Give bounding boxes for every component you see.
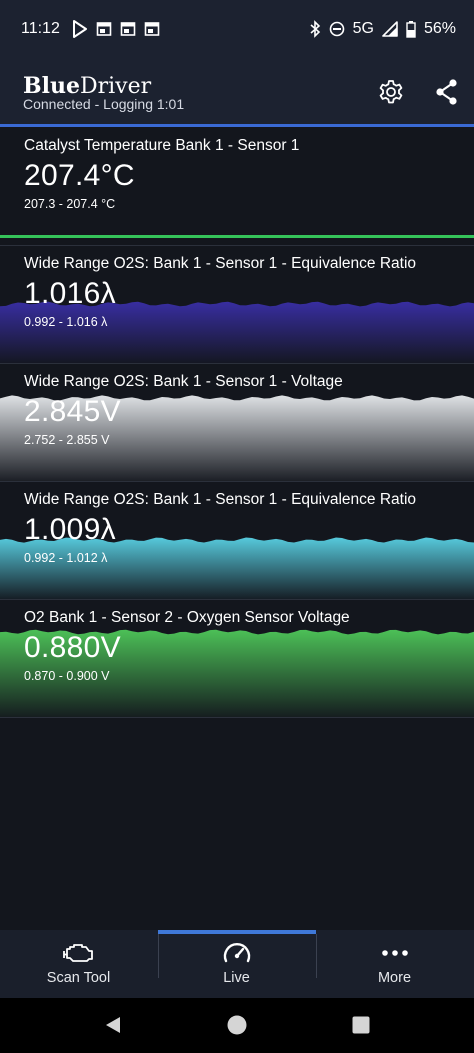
- battery-percent: 56%: [423, 20, 456, 37]
- tile-value: 207.4°C: [24, 159, 135, 192]
- tile-label: Catalyst Temperature Bank 1 - Sensor 1: [24, 137, 300, 154]
- status-bar: 11:12 5G 56%: [0, 0, 474, 62]
- tab-scan-tool[interactable]: Scan Tool: [0, 930, 157, 998]
- tile-value: 1.016λ: [24, 277, 116, 310]
- system-nav-bar: [0, 998, 474, 1053]
- signal-icon: [382, 21, 398, 37]
- tile-range: 0.992 - 1.016 λ: [24, 315, 108, 329]
- share-icon[interactable]: [433, 77, 461, 107]
- tab-label: Scan Tool: [46, 970, 111, 986]
- network-type: 5G: [352, 20, 374, 37]
- more-dots-icon: [381, 950, 408, 956]
- gauge-icon: [223, 943, 250, 963]
- app-window-icon: [144, 22, 160, 36]
- tile-range: 2.752 - 2.855 V: [24, 433, 110, 447]
- app-bar: BlueDriver Connected - Logging 1:01: [0, 62, 474, 124]
- recents-icon[interactable]: [352, 1016, 370, 1034]
- bottom-nav: Scan Tool Live More: [0, 930, 474, 998]
- connection-status: Connected - Logging 1:01: [23, 96, 185, 112]
- live-data-tile[interactable]: Catalyst Temperature Bank 1 - Sensor 1 2…: [0, 127, 474, 246]
- tab-live[interactable]: Live: [158, 930, 315, 998]
- tile-value: 2.845V: [24, 395, 121, 428]
- live-data-tile[interactable]: O2 Bank 1 - Sensor 2 - Oxygen Sensor Vol…: [0, 599, 474, 718]
- tile-label: O2 Bank 1 - Sensor 2 - Oxygen Sensor Vol…: [24, 609, 350, 626]
- battery-icon: [406, 20, 416, 38]
- tile-range: 207.3 - 207.4 °C: [24, 197, 116, 211]
- live-data-tile[interactable]: Wide Range O2S: Bank 1 - Sensor 1 - Volt…: [0, 363, 474, 482]
- app-window-icon: [96, 22, 112, 36]
- tab-label: Live: [223, 970, 250, 986]
- do-not-disturb-icon: [329, 21, 344, 37]
- gear-icon[interactable]: [376, 77, 406, 107]
- graph-baseline: [0, 235, 474, 238]
- tile-label: Wide Range O2S: Bank 1 - Sensor 1 - Equi…: [24, 491, 417, 508]
- tile-label: Wide Range O2S: Bank 1 - Sensor 1 - Equi…: [24, 255, 417, 272]
- tab-label: More: [377, 970, 412, 986]
- play-store-icon: [73, 20, 87, 38]
- tab-more[interactable]: More: [316, 930, 473, 998]
- live-data-tile[interactable]: Wide Range O2S: Bank 1 - Sensor 1 - Equi…: [0, 481, 474, 600]
- tile-range: 0.870 - 0.900 V: [24, 669, 110, 683]
- engine-icon: [62, 944, 93, 962]
- back-icon[interactable]: [103, 1015, 123, 1035]
- tile-label: Wide Range O2S: Bank 1 - Sensor 1 - Volt…: [24, 373, 343, 390]
- tile-range: 0.992 - 1.012 λ: [24, 551, 108, 565]
- tile-value: 1.009λ: [24, 513, 116, 546]
- live-data-tile[interactable]: Wide Range O2S: Bank 1 - Sensor 1 - Equi…: [0, 245, 474, 364]
- home-icon[interactable]: [226, 1014, 248, 1036]
- app-window-icon: [120, 22, 136, 36]
- bluetooth-icon: [310, 20, 320, 38]
- status-time: 11:12: [21, 20, 60, 37]
- tile-value: 0.880V: [24, 631, 121, 664]
